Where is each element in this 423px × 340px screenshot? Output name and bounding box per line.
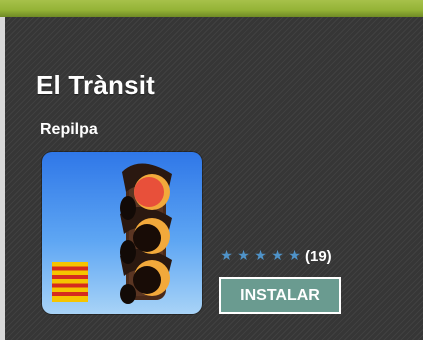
star-icon: ★ [271,248,284,264]
star-icon: ★ [254,248,267,264]
rating-count: (19) [305,247,332,265]
app-store-listing: El Trànsit Repilpa ★ ★ ★ ★ ★ (19) INSTAL… [0,0,423,340]
app-author-link[interactable]: Repilpa [40,121,98,139]
app-title: El Trànsit [36,70,156,100]
star-icon: ★ [220,248,233,264]
traffic-light-icon [42,152,202,314]
install-button[interactable]: INSTALAR [219,277,341,314]
top-bar [0,0,423,17]
star-icon: ★ [237,248,250,264]
star-icon: ★ [288,248,301,264]
rating: ★ ★ ★ ★ ★ (19) [218,247,332,265]
